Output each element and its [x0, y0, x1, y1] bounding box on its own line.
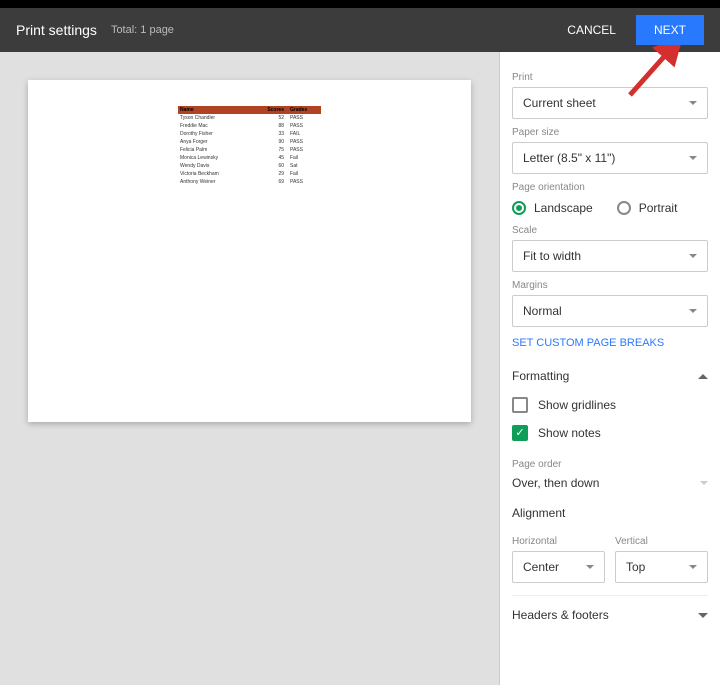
page-title: Print settings [16, 22, 97, 38]
headers-footers-title: Headers & footers [512, 608, 609, 622]
caret-down-icon [689, 101, 697, 105]
alignment-title: Alignment [512, 498, 708, 528]
table-row: Monica Lewinsky45Fail [178, 154, 321, 162]
margins-value: Normal [523, 304, 562, 318]
portrait-radio[interactable]: Portrait [617, 201, 678, 215]
vertical-label: Vertical [615, 536, 708, 547]
preview-table: Name Scores Grades Tyson Chandler52PASSF… [178, 106, 321, 186]
col-name: Name [180, 107, 240, 113]
table-row: Wendy Davis60Sat [178, 162, 321, 170]
scale-label: Scale [512, 225, 708, 236]
caret-down-icon [689, 565, 697, 569]
table-row: Anthony Weiner69PASS [178, 178, 321, 186]
margins-select[interactable]: Normal [512, 295, 708, 327]
caret-down-icon [689, 254, 697, 258]
paper-size-value: Letter (8.5" x 11") [523, 151, 615, 165]
chevron-down-icon [698, 613, 708, 618]
paper-size-label: Paper size [512, 127, 708, 138]
page-order-select[interactable]: Over, then down [512, 474, 708, 498]
scale-select[interactable]: Fit to width [512, 240, 708, 272]
next-button[interactable]: NEXT [636, 15, 704, 45]
radio-checked-icon [512, 201, 526, 215]
header: Print settings Total: 1 page CANCEL NEXT [0, 8, 720, 52]
caret-down-icon [689, 156, 697, 160]
caret-down-icon [700, 481, 708, 485]
print-value: Current sheet [523, 96, 596, 110]
portrait-label: Portrait [639, 201, 678, 215]
checkbox-checked-icon: ✓ [512, 425, 528, 441]
cancel-button[interactable]: CANCEL [555, 15, 628, 45]
chevron-up-icon [698, 374, 708, 379]
preview-pane: Name Scores Grades Tyson Chandler52PASSF… [0, 52, 499, 685]
horizontal-value: Center [523, 560, 559, 574]
caret-down-icon [586, 565, 594, 569]
show-gridlines-label: Show gridlines [538, 398, 616, 412]
show-notes-checkbox[interactable]: ✓ Show notes [512, 419, 708, 447]
print-label: Print [512, 72, 708, 83]
page-order-value: Over, then down [512, 476, 599, 490]
table-row: Freddie Mac88PASS [178, 122, 321, 130]
formatting-section[interactable]: Formatting [512, 361, 708, 391]
headers-footers-section[interactable]: Headers & footers [512, 600, 708, 630]
table-row: Anya Forger90PASS [178, 138, 321, 146]
custom-page-breaks-link[interactable]: SET CUSTOM PAGE BREAKS [512, 337, 708, 349]
show-gridlines-checkbox[interactable]: Show gridlines [512, 391, 708, 419]
table-row: Dorothy Fisher33FAIL [178, 130, 321, 138]
page-subtitle: Total: 1 page [111, 24, 174, 36]
landscape-label: Landscape [534, 201, 593, 215]
landscape-radio[interactable]: Landscape [512, 201, 593, 215]
sidebar: Print Current sheet Paper size Letter (8… [499, 52, 720, 685]
horizontal-select[interactable]: Center [512, 551, 605, 583]
col-grades: Grades [290, 107, 319, 113]
table-row: Victoria Beckham29Fail [178, 170, 321, 178]
caret-down-icon [689, 309, 697, 313]
vertical-select[interactable]: Top [615, 551, 708, 583]
page-order-label: Page order [512, 459, 708, 470]
paper-size-select[interactable]: Letter (8.5" x 11") [512, 142, 708, 174]
print-select[interactable]: Current sheet [512, 87, 708, 119]
formatting-title: Formatting [512, 369, 569, 383]
margins-label: Margins [512, 280, 708, 291]
col-scores: Scores [240, 107, 290, 113]
show-notes-label: Show notes [538, 426, 601, 440]
table-row: Felicia Palm75PASS [178, 146, 321, 154]
horizontal-label: Horizontal [512, 536, 605, 547]
table-row: Tyson Chandler52PASS [178, 114, 321, 122]
checkbox-unchecked-icon [512, 397, 528, 413]
scale-value: Fit to width [523, 249, 581, 263]
vertical-value: Top [626, 560, 645, 574]
radio-unchecked-icon [617, 201, 631, 215]
preview-page: Name Scores Grades Tyson Chandler52PASSF… [28, 80, 471, 422]
orientation-label: Page orientation [512, 182, 708, 193]
top-bar [0, 0, 720, 8]
